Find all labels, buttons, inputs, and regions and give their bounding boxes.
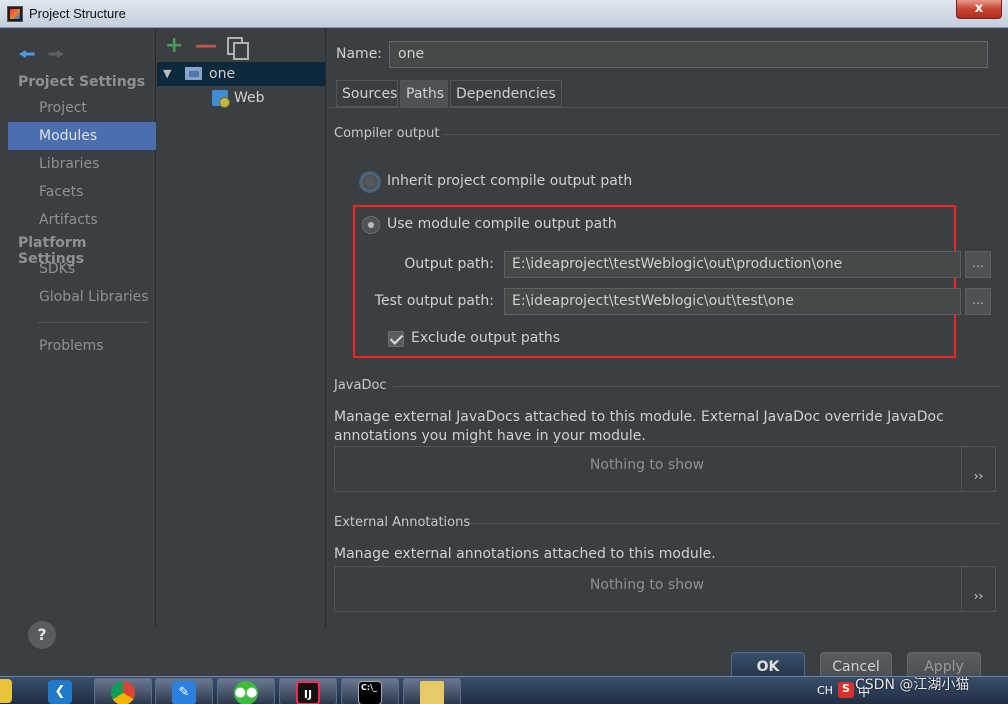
sidebar-item-problems[interactable]: Problems xyxy=(8,332,156,360)
annotations-expand-button[interactable]: ›› xyxy=(961,567,995,611)
annotations-list[interactable]: Nothing to show ›› xyxy=(334,566,996,612)
sidebar-item-facets[interactable]: Facets xyxy=(8,178,156,206)
expand-arrow-icon[interactable]: ▼ xyxy=(163,62,171,86)
sidebar-item-sdks[interactable]: SDKs xyxy=(8,255,156,283)
sidebar-item-modules[interactable]: Modules xyxy=(8,122,156,150)
output-path-label: Output path: xyxy=(404,256,494,272)
sidebar-divider xyxy=(38,322,148,323)
name-label: Name: xyxy=(336,46,383,62)
taskbar-chrome[interactable] xyxy=(94,678,152,704)
folder-icon xyxy=(420,681,444,704)
taskbar-terminal[interactable]: C:\_ xyxy=(341,678,399,704)
tab-paths[interactable]: Paths xyxy=(400,80,448,107)
taskbar-vscode[interactable]: ❮ xyxy=(32,678,90,704)
module-settings-panel: Name: one Sources Paths Dependencies Com… xyxy=(327,28,1008,682)
group-divider xyxy=(393,386,1001,387)
inherit-radio[interactable] xyxy=(361,173,379,191)
close-button[interactable]: x xyxy=(956,0,1002,19)
wechat-icon: ●● xyxy=(234,681,258,704)
tab-dependencies[interactable]: Dependencies xyxy=(450,80,562,107)
start-orb-icon[interactable] xyxy=(0,679,12,703)
nav-arrows: 🠘 🠚 xyxy=(18,40,65,74)
test-output-path-input[interactable]: E:\ideaproject\testWeblogic\out\test\one xyxy=(504,288,961,315)
tab-divider xyxy=(327,107,1008,108)
tree-node-module[interactable]: ▼ one xyxy=(157,62,325,86)
output-path-input[interactable]: E:\ideaproject\testWeblogic\out\producti… xyxy=(504,251,961,278)
taskbar-explorer[interactable] xyxy=(403,678,461,704)
taskbar-wechat[interactable]: ●● xyxy=(217,678,275,704)
pen-icon: ✎ xyxy=(172,681,196,704)
use-module-radio-label: Use module compile output path xyxy=(387,216,617,232)
javadoc-title: JavaDoc xyxy=(334,378,387,393)
tray-language[interactable]: CH xyxy=(817,684,833,697)
copy-icon[interactable] xyxy=(227,37,249,60)
sidebar-item-global-libraries[interactable]: Global Libraries xyxy=(8,283,156,311)
web-facet-icon xyxy=(212,90,230,108)
annotations-title: External Annotations xyxy=(334,515,471,530)
intellij-icon: IJ xyxy=(296,681,320,704)
use-module-radio[interactable] xyxy=(362,216,380,234)
window-title: Project Structure xyxy=(29,6,126,21)
exclude-output-label: Exclude output paths xyxy=(411,330,561,346)
vscode-icon: ❮ xyxy=(48,680,72,704)
javadoc-description: Manage external JavaDocs attached to thi… xyxy=(334,409,944,444)
intellij-app-icon xyxy=(7,6,23,22)
group-divider xyxy=(470,523,1001,524)
module-name-input[interactable]: one xyxy=(389,41,988,68)
settings-sidebar: 🠘 🠚 Project Settings Project Modules Libr… xyxy=(8,28,156,628)
help-button[interactable]: ? xyxy=(28,621,56,649)
sidebar-item-artifacts[interactable]: Artifacts xyxy=(8,206,156,234)
test-output-path-label: Test output path: xyxy=(374,293,494,309)
tab-sources[interactable]: Sources xyxy=(336,80,398,107)
terminal-icon: C:\_ xyxy=(358,681,382,704)
output-path-browse-button[interactable]: ... xyxy=(965,251,991,278)
module-folder-icon xyxy=(185,67,202,80)
forward-arrow-icon[interactable]: 🠚 xyxy=(48,42,66,66)
back-arrow-icon[interactable]: 🠘 xyxy=(18,42,36,66)
group-divider xyxy=(443,134,1001,135)
inherit-radio-label: Inherit project compile output path xyxy=(387,173,633,189)
annotations-description: Manage external annotations attached to … xyxy=(334,546,716,562)
javadoc-list[interactable]: Nothing to show ›› xyxy=(334,446,996,492)
exclude-output-checkbox[interactable] xyxy=(388,331,404,347)
window-titlebar: Project Structure x xyxy=(0,0,1008,28)
compiler-output-title: Compiler output xyxy=(334,126,440,141)
module-label: one xyxy=(209,66,236,82)
tree-node-web[interactable]: Web xyxy=(157,86,325,110)
chrome-icon xyxy=(111,681,135,704)
taskbar-pen[interactable]: ✎ xyxy=(155,678,213,704)
test-output-browse-button[interactable]: ... xyxy=(965,288,991,315)
javadoc-expand-button[interactable]: ›› xyxy=(961,447,995,491)
add-icon[interactable]: + xyxy=(165,34,183,58)
sidebar-item-project[interactable]: Project xyxy=(8,94,156,122)
csdn-watermark: CSDN @江湖小猫 xyxy=(855,677,970,693)
sidebar-item-libraries[interactable]: Libraries xyxy=(8,150,156,178)
javadoc-empty-text: Nothing to show xyxy=(589,457,705,473)
annotations-empty-text: Nothing to show xyxy=(589,577,705,593)
sogou-ime-icon[interactable]: S xyxy=(838,682,854,698)
remove-icon[interactable]: — xyxy=(195,34,217,58)
taskbar-intellij[interactable]: IJ xyxy=(279,678,337,704)
web-label: Web xyxy=(234,90,265,106)
section-project-settings: Project Settings xyxy=(18,74,146,90)
module-tree-panel: + — ▼ one Web xyxy=(157,28,326,628)
